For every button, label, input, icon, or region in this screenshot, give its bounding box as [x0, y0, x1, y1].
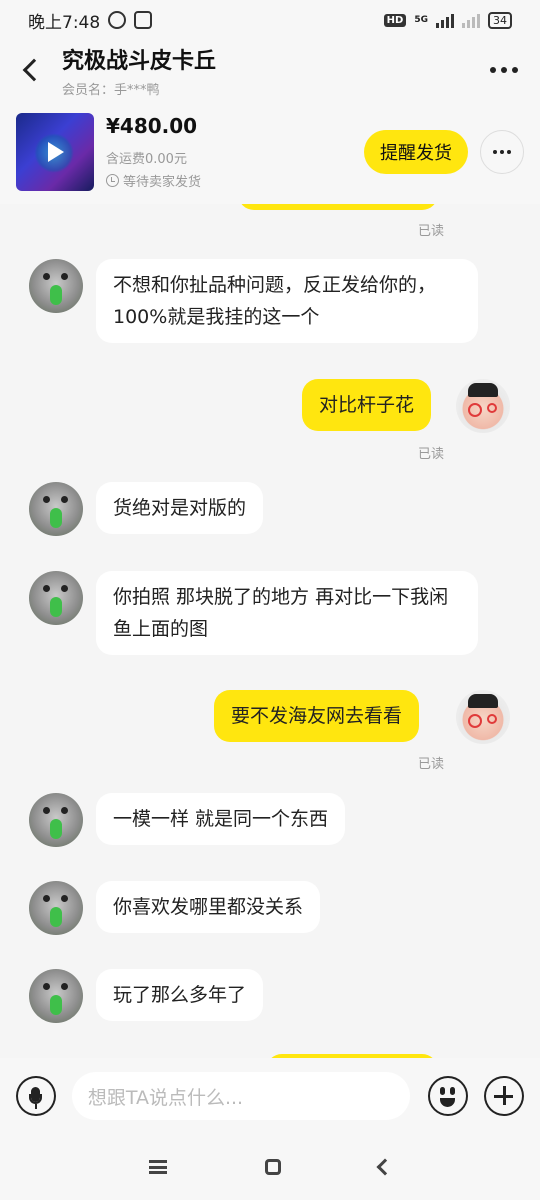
- chat-title: 究极战斗皮卡丘: [62, 48, 217, 74]
- chat-messages[interactable]: 已读 不想和你扯品种问题，反正发给你的，100%就是我挂的这一个 对比杆子花 已…: [0, 204, 540, 1058]
- message-bubble[interactable]: 货绝对是对版的: [96, 482, 264, 534]
- hd-icon: HD: [383, 13, 407, 27]
- seller-avatar[interactable]: [29, 259, 83, 313]
- system-nav-bar: [0, 1134, 540, 1200]
- battery-icon: 34: [488, 11, 512, 29]
- more-options-button[interactable]: [490, 67, 518, 73]
- product-card[interactable]: ¥480.00 含运费0.00元 等待卖家发货 提醒发货: [0, 100, 540, 204]
- order-status: 等待卖家发货: [106, 171, 201, 190]
- message-bubble[interactable]: 一模一样 就是同一个东西: [96, 793, 346, 845]
- message-bubble[interactable]: 你喜欢发哪里都没关系: [96, 881, 321, 933]
- read-receipt: 已读: [418, 757, 445, 772]
- play-icon: [48, 142, 64, 162]
- signal-2-icon: [462, 12, 480, 28]
- read-receipt: 已读: [418, 224, 445, 239]
- message-bubble-partial: [238, 204, 438, 210]
- seller-avatar[interactable]: [29, 969, 83, 1023]
- clock-icon: [106, 174, 119, 187]
- signal-icon: [436, 12, 454, 28]
- order-status-text: 等待卖家发货: [123, 175, 202, 190]
- seller-avatar[interactable]: [29, 482, 83, 536]
- product-thumbnail[interactable]: [16, 113, 94, 191]
- home-icon[interactable]: [265, 1159, 281, 1175]
- message-bubble[interactable]: 玩了那么多年了: [96, 969, 264, 1021]
- message-bubble[interactable]: 你拍照 那块脱了的地方 再对比一下我闲鱼上面的图: [96, 571, 478, 655]
- product-price: ¥480.00: [106, 114, 198, 138]
- seller-avatar[interactable]: [29, 881, 83, 935]
- more-actions-button[interactable]: [484, 1076, 524, 1116]
- shipping-fee: 含运费0.00元: [106, 152, 187, 167]
- message-bubble[interactable]: 对比杆子花: [302, 379, 432, 431]
- message-bubble[interactable]: 要不发海友网去看看: [214, 690, 420, 742]
- emoji-button[interactable]: [428, 1076, 469, 1116]
- status-bar: 晚上7:48 HD 5G 34: [0, 0, 540, 40]
- user-avatar[interactable]: [456, 690, 510, 744]
- back-button[interactable]: [0, 40, 62, 100]
- message-input[interactable]: 想跟TA说点什么...: [71, 1072, 411, 1120]
- app-notification-icon: [134, 11, 153, 29]
- alarm-icon: [108, 11, 127, 29]
- seller-avatar[interactable]: [29, 571, 83, 625]
- input-bar: 想跟TA说点什么...: [0, 1058, 540, 1134]
- product-more-button[interactable]: [480, 130, 524, 174]
- menu-icon[interactable]: [149, 1160, 167, 1174]
- network-type: 5G: [414, 14, 428, 25]
- message-bubble[interactable]: 不想和你扯品种问题，反正发给你的，100%就是我挂的这一个: [96, 259, 478, 343]
- status-time: 晚上7:48: [28, 12, 101, 33]
- emoji-icon: [428, 1076, 469, 1116]
- chevron-left-icon: [22, 58, 46, 82]
- user-avatar[interactable]: [456, 379, 510, 433]
- chat-header: 究极战斗皮卡丘 会员名：手***鸭: [0, 40, 540, 100]
- read-receipt: 已读: [418, 447, 445, 462]
- member-name: 会员名：手***鸭: [62, 82, 160, 98]
- seller-avatar[interactable]: [29, 793, 83, 847]
- remind-ship-button[interactable]: 提醒发货: [364, 130, 468, 174]
- back-nav-icon[interactable]: [376, 1158, 394, 1176]
- voice-button[interactable]: [16, 1076, 56, 1116]
